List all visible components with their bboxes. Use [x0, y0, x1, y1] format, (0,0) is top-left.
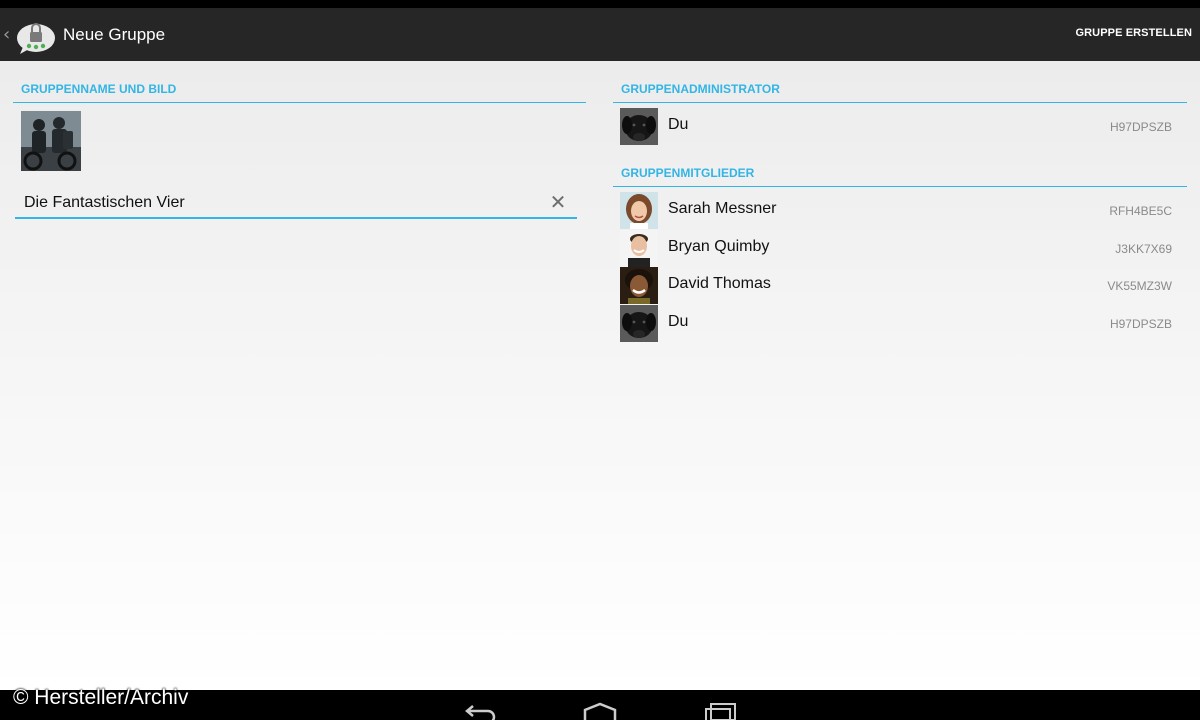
member-name: David Thomas	[668, 275, 771, 292]
section-header-group-name: GRUPPENNAME UND BILD	[13, 82, 586, 103]
member-row[interactable]: Sarah Messner RFH4BE5C	[620, 192, 1180, 229]
clear-text-icon[interactable]: ✕	[547, 191, 569, 213]
create-group-button[interactable]: GRUPPE ERSTELLEN	[1075, 27, 1192, 39]
admin-row[interactable]: Du H97DPSZB	[620, 108, 1180, 145]
section-header-members: GRUPPENMITGLIEDER	[613, 166, 1187, 187]
screen-title: Neue Gruppe	[63, 24, 166, 44]
member-name: Sarah Messner	[668, 200, 777, 217]
admin-name: Du	[668, 116, 689, 133]
group-picture[interactable]	[21, 111, 81, 171]
dog-avatar-icon	[620, 108, 658, 145]
member-row[interactable]: David Thomas VK55MZ3W	[620, 267, 1180, 304]
home-icon[interactable]	[582, 702, 618, 720]
member-id: J3KK7X69	[1115, 242, 1172, 256]
status-bar	[0, 0, 1200, 8]
member-row[interactable]: Du H97DPSZB	[620, 305, 1180, 342]
member-name: Bryan Quimby	[668, 238, 770, 255]
member-id: VK55MZ3W	[1107, 279, 1172, 293]
group-photo-icon	[21, 111, 81, 171]
member-id: H97DPSZB	[1109, 317, 1172, 331]
recent-apps-icon[interactable]	[702, 702, 738, 720]
section-header-admin: GRUPPENADMINISTRATOR	[613, 82, 1187, 103]
male-avatar-icon	[620, 267, 658, 304]
female-avatar-icon	[620, 192, 658, 229]
admin-id: H97DPSZB	[1109, 120, 1172, 134]
action-bar: ‹ Neue Gruppe GRUPPE ERSTELLEN	[0, 8, 1200, 61]
dog-avatar-icon	[620, 305, 658, 342]
member-name: Du	[668, 313, 689, 330]
copyright-watermark: © Hersteller/Archiv	[13, 686, 189, 709]
back-icon[interactable]	[462, 702, 498, 720]
group-name-field: ✕	[15, 189, 577, 219]
app-logo-icon[interactable]	[15, 14, 57, 56]
member-row[interactable]: Bryan Quimby J3KK7X69	[620, 230, 1180, 267]
content-area: GRUPPENNAME UND BILD ✕ GRUPPENADMINISTRA…	[0, 61, 1200, 690]
male-avatar-icon	[620, 230, 658, 267]
up-caret-icon[interactable]: ‹	[3, 24, 13, 45]
group-name-input[interactable]	[15, 189, 535, 217]
member-id: RFH4BE5C	[1109, 204, 1172, 218]
